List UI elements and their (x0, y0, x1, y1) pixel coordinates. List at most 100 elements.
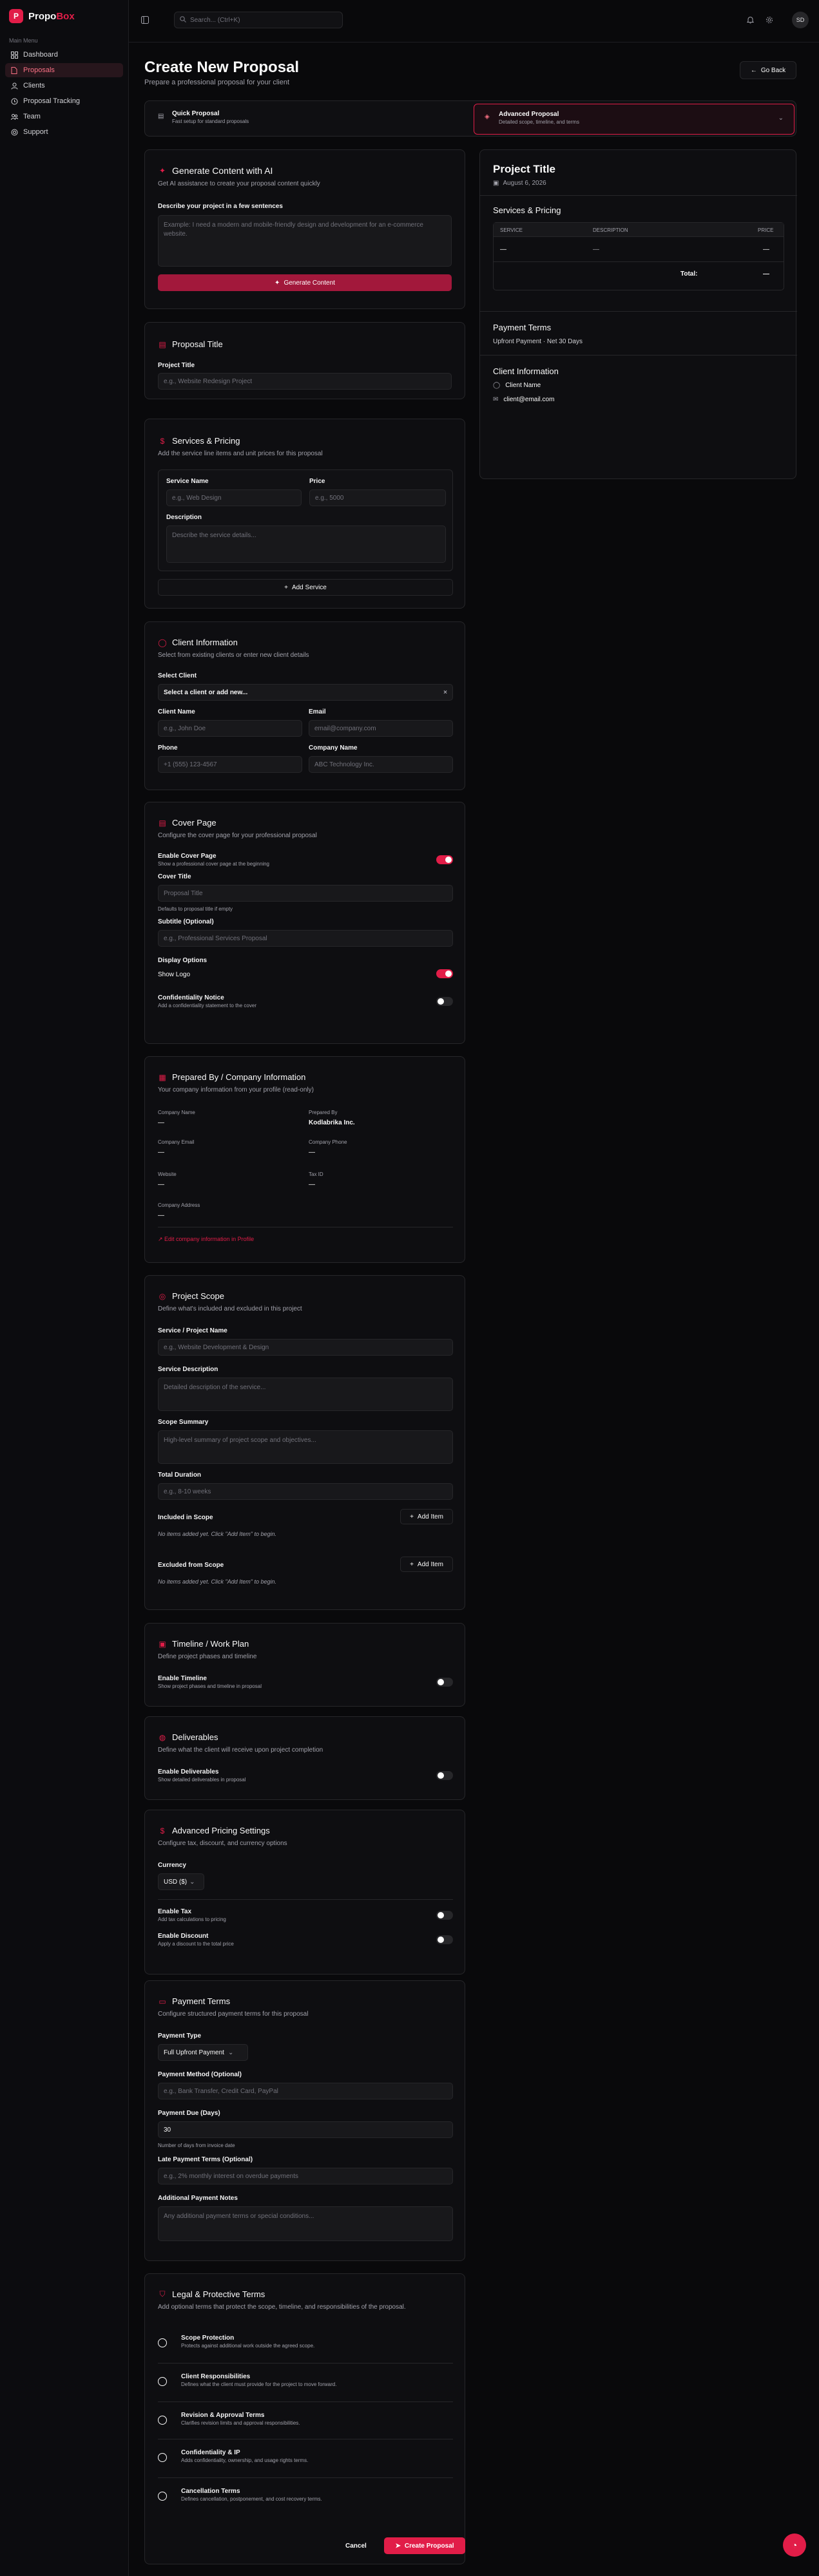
enable-cover-desc: Show a professional cover page at the be… (158, 861, 270, 867)
enable-timeline-toggle[interactable] (436, 1678, 453, 1687)
service-price-input[interactable]: e.g., 5000 (309, 489, 446, 506)
add-included-item-button[interactable]: + Add Item (400, 1509, 453, 1524)
advanced-proposal-option[interactable]: ◈ Advanced Proposal Detailed scope, time… (474, 104, 795, 135)
enable-tax-toggle[interactable] (436, 1911, 453, 1920)
external-link-icon: ↗ (158, 1236, 165, 1242)
legal-option-scope-protection[interactable]: Scope Protection Protects against additi… (158, 2332, 453, 2362)
cover-title-input[interactable]: Proposal Title (158, 885, 453, 902)
service-name-input[interactable]: e.g., Web Design (166, 489, 302, 506)
legal-option-confidentiality-ip[interactable]: Confidentiality & IP Adds confidentialit… (158, 2447, 453, 2476)
payment-notes-textarea[interactable]: Any additional payment terms or special … (158, 2206, 453, 2241)
search-input[interactable]: Search... (Ctrl+K) (174, 12, 343, 28)
tracking-icon (10, 97, 18, 105)
sidebar-item-dashboard[interactable]: Dashboard (5, 48, 123, 62)
cancel-button[interactable]: Cancel (338, 2539, 374, 2553)
enable-deliverables-toggle[interactable] (436, 1771, 453, 1780)
logo[interactable]: P PropoBox (0, 0, 128, 32)
radio-button[interactable] (158, 2338, 167, 2347)
file-icon: ▤ (159, 818, 166, 828)
payment-due-hint: Number of days from invoice date (158, 2143, 235, 2148)
proposal-title-heading: Proposal Title (172, 339, 223, 349)
radio-button[interactable] (158, 2453, 167, 2462)
late-payment-input[interactable]: e.g., 2% monthly interest on overdue pay… (158, 2168, 453, 2184)
services-pricing-card: $ Services & Pricing Add the service line… (144, 419, 465, 609)
chat-support-button[interactable]: ◔ (783, 2533, 806, 2557)
plus-icon: + (284, 583, 288, 591)
advanced-pricing-heading: Advanced Pricing Settings (172, 1826, 270, 1835)
create-proposal-label: Create Proposal (404, 2542, 454, 2550)
enable-timeline-desc: Show project phases and timeline in prop… (158, 1683, 262, 1689)
create-proposal-button[interactable]: ➤ Create Proposal (384, 2537, 465, 2554)
scope-service-desc-textarea[interactable]: Detailed description of the service... (158, 1378, 453, 1411)
services-heading: Services & Pricing (172, 436, 240, 446)
payment-due-input[interactable]: 30 (158, 2121, 453, 2138)
generate-content-button[interactable]: ✦ Generate Content (158, 274, 452, 291)
duration-input[interactable]: e.g., 8-10 weeks (158, 1483, 453, 1500)
sidebar-item-label: Dashboard (23, 51, 58, 59)
total-label: Total: (680, 270, 698, 278)
company-address-value: — (158, 1212, 164, 1219)
sidebar-item-support[interactable]: Support (5, 125, 123, 139)
preview-payment-title: Payment Terms (493, 323, 552, 332)
add-service-button[interactable]: + Add Service (158, 579, 453, 596)
sidebar-item-proposal-tracking[interactable]: Proposal Tracking (5, 94, 123, 108)
add-excluded-item-button[interactable]: + Add Item (400, 1557, 453, 1572)
client-name-label: Client Name (158, 708, 195, 715)
proposal-title-card: ▤ Proposal Title Project Title e.g., Webs… (144, 322, 465, 399)
show-logo-label: Show Logo (158, 971, 191, 978)
table-header: DESCRIPTION (593, 227, 628, 233)
enable-cover-toggle[interactable] (436, 855, 453, 864)
radio-button[interactable] (158, 2377, 167, 2386)
edit-company-link[interactable]: ↗ Edit company information in Profile (158, 1236, 254, 1243)
legal-option-title: Scope Protection (181, 2334, 235, 2342)
legal-option-cancellation[interactable]: Cancellation Terms Defines cancellation,… (158, 2485, 453, 2515)
legal-option-client-responsibilities[interactable]: Client Responsibilities Defines what the… (158, 2371, 453, 2400)
avatar[interactable]: SD (792, 12, 809, 28)
sidebar-item-clients[interactable]: Clients (5, 79, 123, 93)
preview-client-email: ✉ client@email.com (493, 396, 554, 403)
radio-button[interactable] (158, 2416, 167, 2425)
payment-method-input[interactable]: e.g., Bank Transfer, Credit Card, PayPal (158, 2083, 453, 2099)
ai-prompt-textarea[interactable]: Example: I need a modern and mobile-frie… (158, 215, 452, 267)
bell-icon[interactable] (744, 14, 756, 26)
payment-type-select[interactable]: Full Upfront Payment ⌄ (158, 2044, 248, 2061)
preview-client-email-value: client@email.com (503, 396, 555, 403)
cover-subtitle-input[interactable]: e.g., Professional Services Proposal (158, 930, 453, 947)
select-client-value: Select a client or add new... (164, 688, 248, 696)
service-description-textarea[interactable]: Describe the service details... (166, 526, 446, 563)
dollar-icon: $ (160, 436, 165, 446)
sidebar-toggle-icon[interactable] (139, 14, 151, 26)
select-client-dropdown[interactable]: Select a client or add new... × (158, 684, 453, 701)
enable-deliverables-desc: Show detailed deliverables in proposal (158, 1777, 246, 1783)
scope-service-input[interactable]: e.g., Website Development & Design (158, 1339, 453, 1356)
enable-discount-toggle[interactable] (436, 1935, 453, 1944)
prepared-by-label: Prepared By (309, 1110, 338, 1115)
payment-due-label: Payment Due (Days) (158, 2110, 220, 2117)
table-header: SERVICE (500, 227, 523, 233)
legal-option-title: Revision & Approval Terms (181, 2412, 265, 2419)
client-company-input[interactable]: ABC Technology Inc. (309, 756, 453, 773)
go-back-button[interactable]: ← Go Back (740, 61, 796, 79)
scope-service-desc-label: Service Description (158, 1366, 218, 1373)
confidentiality-desc: Add a confidentiality statement to the c… (158, 1003, 256, 1009)
close-icon[interactable]: × (443, 689, 447, 696)
legal-option-revision-approval[interactable]: Revision & Approval Terms Clarifies revi… (158, 2409, 453, 2439)
client-name-input[interactable]: e.g., John Doe (158, 720, 302, 737)
radio-button[interactable] (158, 2492, 167, 2501)
sidebar-item-proposals[interactable]: Proposals (5, 63, 123, 77)
scope-summary-textarea[interactable]: High-level summary of project scope and … (158, 1430, 453, 1464)
file-icon: ▤ (159, 339, 166, 349)
sidebar-item-team[interactable]: Team (5, 109, 123, 124)
search-icon (180, 15, 186, 24)
timeline-card: ▣ Timeline / Work Plan Define project pha… (144, 1623, 465, 1707)
client-phone-input[interactable]: +1 (555) 123-4567 (158, 756, 302, 773)
advanced-pricing-card: $ Advanced Pricing Settings Configure tax… (144, 1810, 465, 1975)
ai-generate-card: ✦ Generate Content with AI Get AI assista… (144, 149, 465, 309)
confidentiality-toggle[interactable] (436, 997, 453, 1006)
client-email-input[interactable]: email@company.com (309, 720, 453, 737)
currency-select[interactable]: USD ($) ⌄ (158, 1873, 204, 1890)
quick-proposal-option[interactable]: ▤ Quick Proposal Fast setup for standard… (148, 104, 467, 135)
gear-icon[interactable] (764, 14, 775, 26)
show-logo-toggle[interactable] (436, 969, 453, 978)
project-title-input[interactable]: e.g., Website Redesign Project (158, 373, 452, 390)
